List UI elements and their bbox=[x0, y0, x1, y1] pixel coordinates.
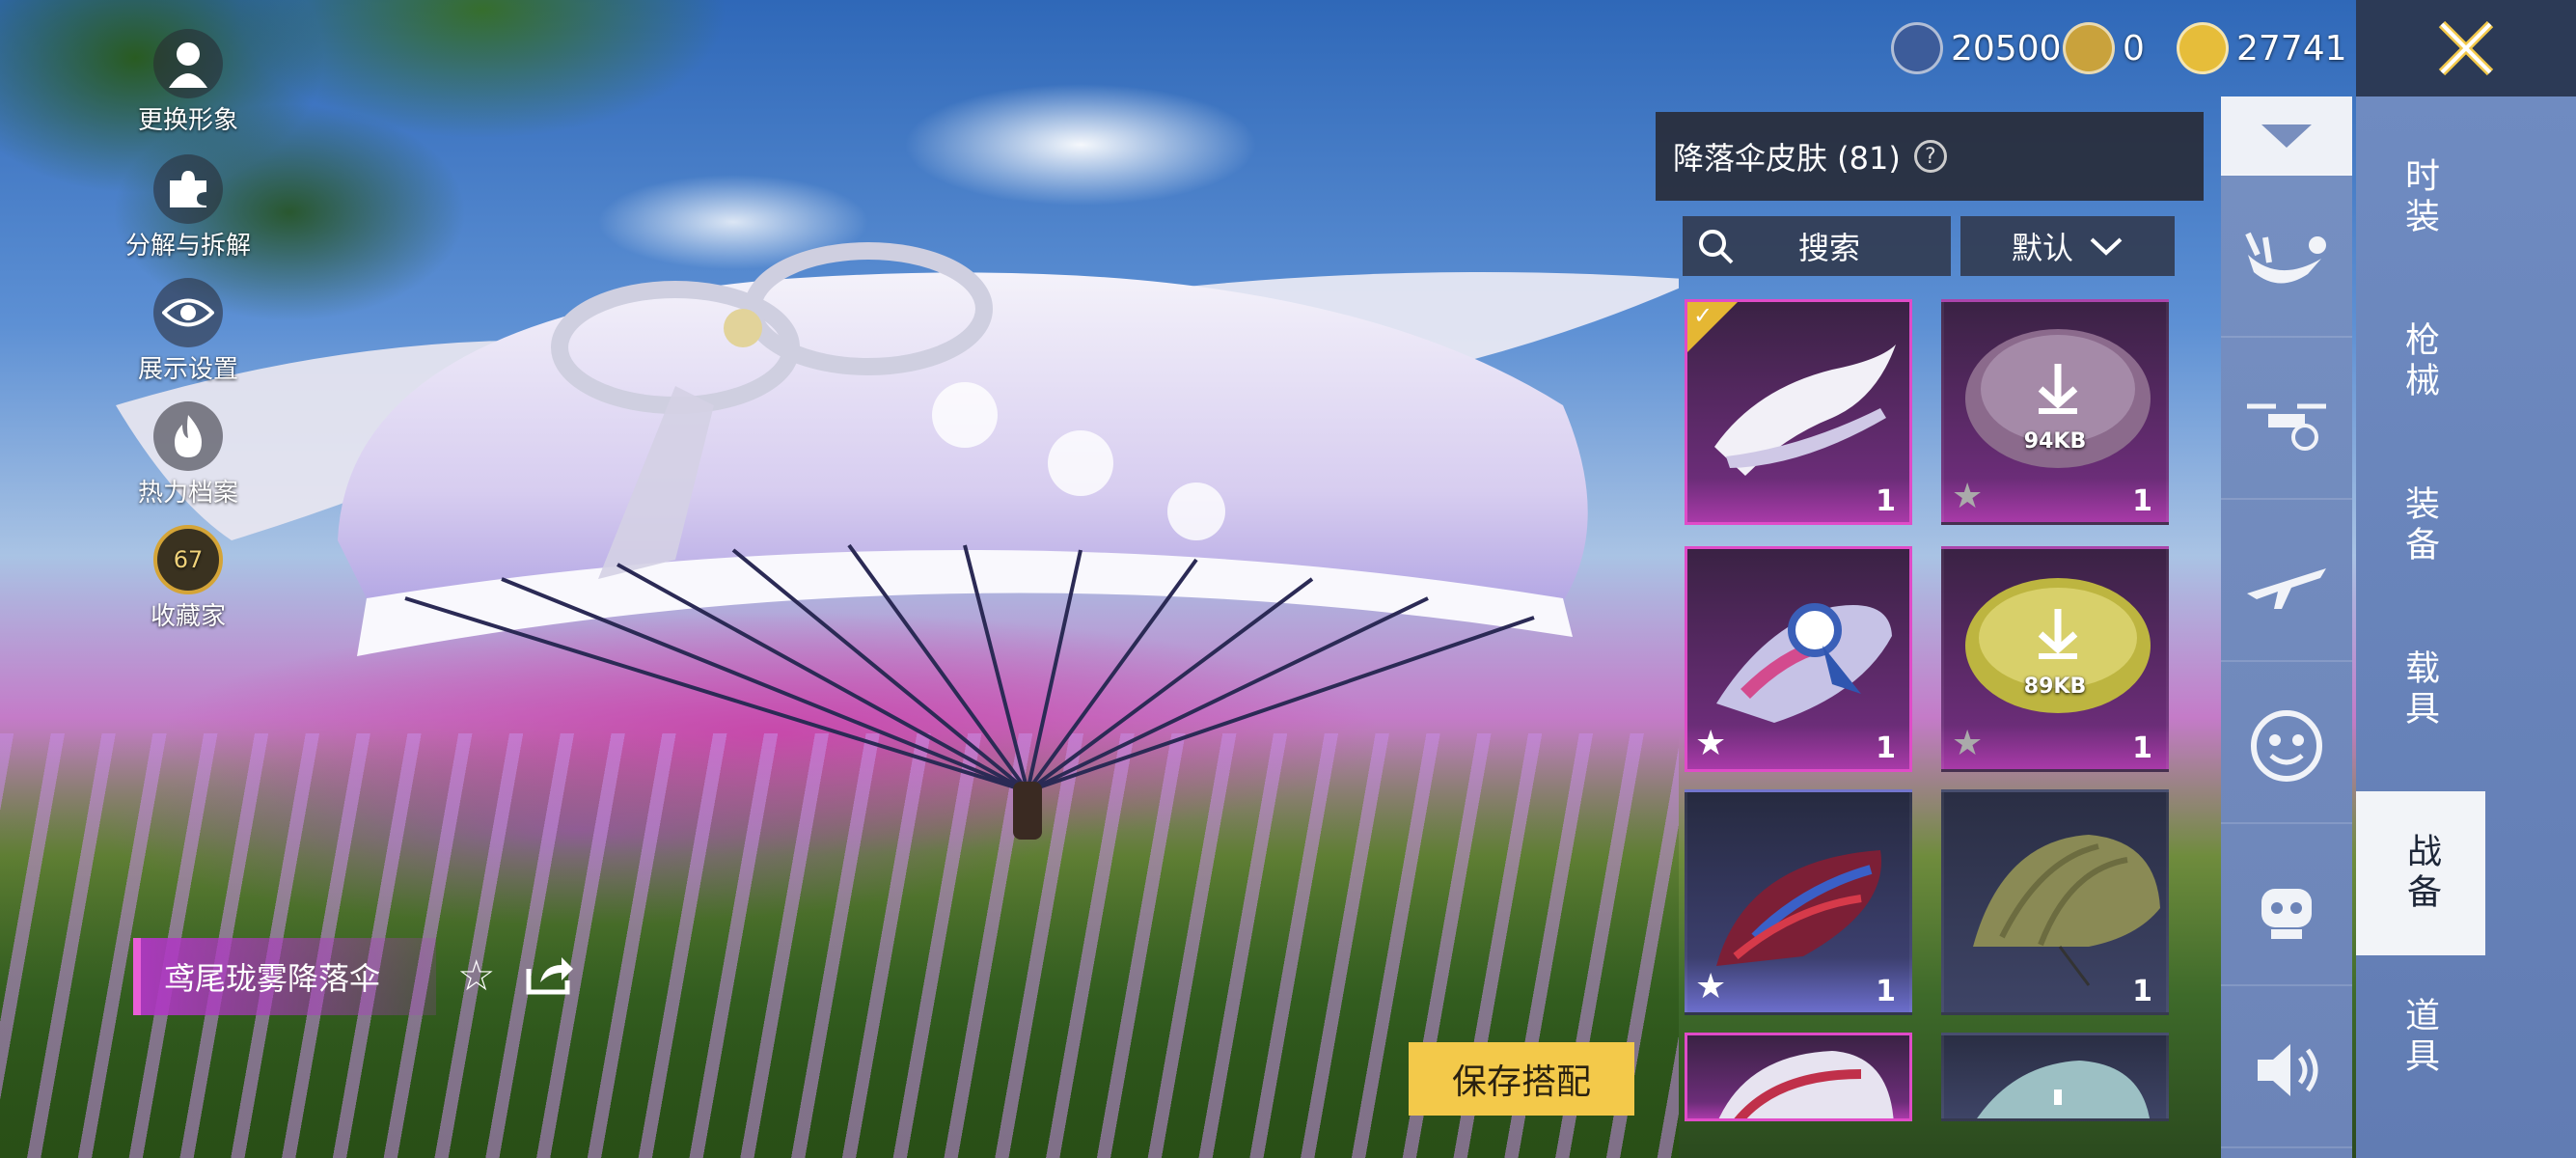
currency-token: 0 bbox=[2063, 19, 2145, 77]
skin-card[interactable]: ★ 1 bbox=[1685, 546, 1912, 772]
category-items[interactable]: 道具 bbox=[2356, 955, 2481, 1119]
collector-badge-icon: 67 bbox=[153, 525, 223, 594]
category-equipment[interactable]: 装备 bbox=[2356, 444, 2481, 608]
person-icon bbox=[153, 29, 223, 98]
skin-card[interactable]: 1 bbox=[1941, 789, 2169, 1015]
airplane-icon[interactable] bbox=[2221, 508, 2352, 662]
category-fashion-label: 时装 bbox=[2399, 157, 2439, 238]
display-settings-label: 展示设置 bbox=[137, 355, 238, 384]
subcategory-icon-column bbox=[2221, 96, 2352, 1158]
star-icon: ★ bbox=[1695, 724, 1727, 763]
star-icon: ★ bbox=[1695, 967, 1727, 1006]
save-outfit-label: 保存搭配 bbox=[1451, 1062, 1591, 1102]
item-count: 1 bbox=[1876, 484, 1896, 518]
gold-amount: 27741 bbox=[2236, 28, 2347, 69]
category-war-prep[interactable]: 战备 bbox=[2356, 791, 2485, 955]
category-vehicles-label: 载具 bbox=[2399, 649, 2439, 731]
skin-card[interactable]: 89KB ★ 1 bbox=[1941, 546, 2169, 772]
drone-icon[interactable] bbox=[2221, 345, 2352, 500]
gold-coin-icon bbox=[2177, 22, 2229, 74]
chevron-down-icon bbox=[2090, 237, 2123, 256]
silver-coin-icon bbox=[1891, 22, 1943, 74]
download-size: 89KB bbox=[2023, 675, 2087, 699]
token-amount: 0 bbox=[2123, 28, 2145, 69]
search-icon bbox=[1699, 230, 1734, 264]
skin-thumbnail bbox=[1718, 1051, 1894, 1118]
gold-token-icon bbox=[2063, 22, 2115, 74]
sort-dropdown[interactable]: 默认 bbox=[1960, 216, 2175, 276]
category-items-label: 道具 bbox=[2399, 997, 2439, 1078]
star-icon: ★ bbox=[1952, 724, 1984, 763]
change-appearance-button[interactable]: 更换形象 bbox=[106, 29, 270, 136]
item-count: 1 bbox=[2132, 484, 2152, 518]
currency-gold: 27741 bbox=[2177, 19, 2347, 77]
download-size: 94KB bbox=[2023, 429, 2087, 454]
close-icon bbox=[2438, 20, 2494, 76]
currency-silver: 20500 bbox=[1891, 19, 2062, 77]
silver-amount: 20500 bbox=[1951, 28, 2062, 69]
star-icon: ★ bbox=[1952, 477, 1984, 516]
skin-card-partial[interactable] bbox=[1685, 1033, 1912, 1121]
skin-list-header: 降落伞皮肤 (81) ? bbox=[1656, 112, 2204, 201]
save-outfit-button[interactable]: 保存搭配 bbox=[1409, 1042, 1634, 1116]
heat-archive-button[interactable]: 热力档案 bbox=[106, 401, 270, 509]
display-settings-button[interactable]: 展示设置 bbox=[106, 278, 270, 385]
category-weapons[interactable]: 枪械 bbox=[2356, 280, 2481, 444]
skin-card-selected[interactable]: ✓ 1 bbox=[1685, 299, 1912, 525]
category-fashion[interactable]: 时装 bbox=[2356, 116, 2481, 280]
search-input[interactable]: 搜索 bbox=[1683, 216, 1951, 276]
favorite-star-icon[interactable]: ☆ bbox=[457, 951, 495, 1001]
skydive-icon[interactable] bbox=[2221, 183, 2352, 338]
skin-card-partial[interactable] bbox=[1941, 1033, 2169, 1121]
sort-label: 默认 bbox=[2011, 230, 2073, 266]
item-count: 1 bbox=[1876, 731, 1896, 765]
category-war-prep-label: 战备 bbox=[2401, 833, 2441, 914]
skin-card[interactable]: 94KB ★ 1 bbox=[1941, 299, 2169, 525]
puzzle-icon bbox=[153, 154, 223, 224]
skin-name: 鸢尾珑雾降落伞 bbox=[164, 960, 381, 997]
close-button[interactable] bbox=[2356, 0, 2576, 96]
skin-list-title: 降落伞皮肤 (81) bbox=[1673, 140, 1901, 177]
help-icon[interactable]: ? bbox=[1913, 140, 1947, 173]
decompose-label: 分解与拆解 bbox=[124, 232, 251, 261]
skydiver-figure bbox=[1013, 782, 1042, 840]
change-appearance-label: 更换形象 bbox=[137, 106, 238, 135]
skin-card[interactable]: ★ 1 bbox=[1685, 789, 1912, 1015]
item-count: 1 bbox=[2132, 975, 2152, 1008]
speaker-icon[interactable] bbox=[2221, 994, 2352, 1148]
share-icon[interactable] bbox=[525, 953, 575, 1000]
search-placeholder: 搜索 bbox=[1798, 230, 1861, 266]
item-count: 1 bbox=[2132, 731, 2152, 765]
item-count: 1 bbox=[1876, 975, 1896, 1008]
collector-button[interactable]: 67 收藏家 bbox=[106, 525, 270, 632]
heat-archive-label: 热力档案 bbox=[137, 479, 238, 508]
emote-face-icon[interactable] bbox=[2221, 670, 2352, 824]
category-column: 时装 枪械 装备 载具 战备 道具 bbox=[2356, 96, 2576, 1158]
eye-icon bbox=[153, 278, 223, 347]
collector-level: 67 bbox=[173, 546, 204, 573]
category-weapons-label: 枪械 bbox=[2399, 321, 2439, 402]
skin-thumbnail bbox=[1977, 1061, 2150, 1118]
flame-icon bbox=[153, 401, 223, 471]
top-partial-icon[interactable] bbox=[2221, 96, 2352, 176]
category-vehicles[interactable]: 载具 bbox=[2356, 608, 2481, 772]
pet-icon[interactable] bbox=[2221, 832, 2352, 986]
decompose-button[interactable]: 分解与拆解 bbox=[106, 154, 270, 262]
collector-label: 收藏家 bbox=[150, 602, 226, 631]
category-equipment-label: 装备 bbox=[2399, 485, 2439, 566]
skin-name-tag: 鸢尾珑雾降落伞 bbox=[133, 938, 436, 1015]
